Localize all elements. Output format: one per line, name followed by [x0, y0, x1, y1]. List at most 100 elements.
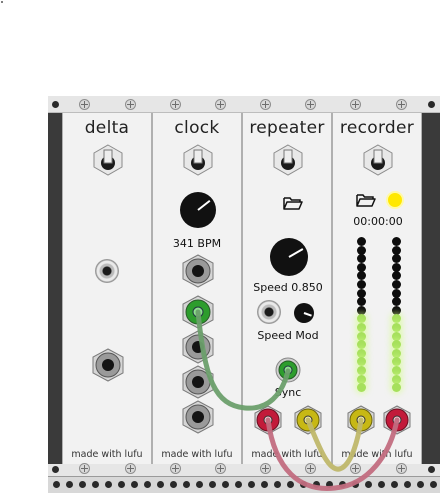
meter-led [356, 383, 366, 393]
screw-icon [350, 463, 361, 474]
rail-hole [391, 481, 398, 488]
clock-jack-4[interactable] [181, 365, 215, 399]
meter-led [391, 280, 401, 289]
rail-hole [196, 481, 203, 488]
top-rail [48, 96, 440, 113]
rail-hole [52, 466, 59, 473]
module-title-repeater: repeater [249, 118, 325, 138]
rail-hole [339, 481, 346, 488]
meter-led [391, 297, 401, 307]
repeater-sync-label: Sync [274, 386, 302, 399]
corner-dot [1, 1, 3, 3]
folder-open-icon[interactable] [283, 196, 303, 210]
meter-led [391, 383, 401, 393]
screw-icon [170, 463, 181, 474]
meter-led [356, 280, 366, 289]
module-footer-recorder: made with lufu [341, 449, 413, 460]
screw-icon [305, 99, 316, 110]
repeater-speed-knob[interactable] [270, 238, 308, 276]
screw-icon [215, 463, 226, 474]
repeater-speed-display: Speed 0.850 [253, 281, 323, 294]
clock-jack-2[interactable] [181, 295, 215, 329]
rail-hole [52, 101, 59, 108]
clock-jack-1[interactable] [181, 254, 215, 288]
record-led-icon[interactable] [386, 191, 404, 209]
rail-hole [274, 481, 281, 488]
rail-hole [53, 481, 60, 488]
repeater-output-jack-yellow[interactable] [293, 405, 323, 435]
module-title-delta: delta [84, 118, 130, 138]
toggle-switch-icon[interactable] [362, 144, 394, 176]
meter-led [356, 254, 366, 264]
clock-jack-5[interactable] [181, 400, 215, 434]
screw-icon [396, 463, 407, 474]
clock-bpm-knob[interactable] [180, 192, 216, 228]
rail-hole [118, 481, 125, 488]
module-title-recorder: recorder [339, 118, 415, 138]
bottom-rail [48, 464, 440, 476]
screw-icon [260, 463, 271, 474]
module-title-clock: clock [174, 118, 220, 138]
delta-output-jack[interactable] [91, 348, 125, 382]
rail-hole [66, 481, 73, 488]
meter-led [356, 323, 366, 332]
meter-led [356, 237, 366, 246]
rail-hole [92, 481, 99, 488]
rail-hole [430, 481, 437, 488]
rail-hole [105, 481, 112, 488]
toggle-switch-icon[interactable] [92, 144, 124, 176]
meter-led [391, 237, 401, 246]
rail-hole [235, 481, 242, 488]
rail-hole [428, 466, 435, 473]
rail-hole [287, 481, 294, 488]
rail-hole [248, 481, 255, 488]
meter-led [391, 323, 401, 332]
repeater-speed-mod-knob[interactable] [294, 303, 314, 323]
toggle-switch-icon[interactable] [182, 144, 214, 176]
recorder-input-jack-red[interactable] [382, 405, 412, 435]
meter-led [356, 297, 366, 307]
rail-hole [313, 481, 320, 488]
rail-hole [170, 481, 177, 488]
rail-hole [222, 481, 229, 488]
repeater-sync-jack[interactable] [275, 357, 301, 383]
meter-led [356, 366, 366, 375]
meter-led [391, 254, 401, 264]
meter-led [391, 340, 401, 350]
rail-hole [79, 481, 86, 488]
rail-hole [404, 481, 411, 488]
rail-hole [144, 481, 151, 488]
rail-hole [326, 481, 333, 488]
repeater-output-jack-red[interactable] [253, 405, 283, 435]
rail-hole [131, 481, 138, 488]
repeater-speed-mod-label: Speed Mod [257, 329, 319, 342]
rail-hole [417, 481, 424, 488]
screw-icon [260, 99, 271, 110]
screw-icon [215, 99, 226, 110]
rail-hole [183, 481, 190, 488]
screw-icon [125, 463, 136, 474]
module-footer-delta: made with lufu [71, 449, 143, 460]
screw-icon [125, 99, 136, 110]
meter-led [356, 340, 366, 350]
screw-icon [350, 99, 361, 110]
rail-hole [352, 481, 359, 488]
toggle-switch-icon[interactable] [272, 144, 304, 176]
recorder-input-jack-yellow[interactable] [346, 405, 376, 435]
screw-icon [170, 99, 181, 110]
delta-input-jack[interactable] [95, 259, 119, 283]
recorder-time-display: 00:00:00 [353, 215, 403, 228]
folder-open-icon[interactable] [356, 193, 376, 207]
screw-icon [396, 99, 407, 110]
clock-jack-3[interactable] [181, 330, 215, 364]
rail-hole [378, 481, 385, 488]
rail-hole [428, 101, 435, 108]
screw-icon [305, 463, 316, 474]
rail-hole [157, 481, 164, 488]
module-footer-clock: made with lufu [161, 449, 233, 460]
meter-led [391, 366, 401, 375]
repeater-speed-mod-jack[interactable] [257, 300, 281, 324]
screw-icon [79, 463, 90, 474]
rail-hole [209, 481, 216, 488]
rail-hole [300, 481, 307, 488]
